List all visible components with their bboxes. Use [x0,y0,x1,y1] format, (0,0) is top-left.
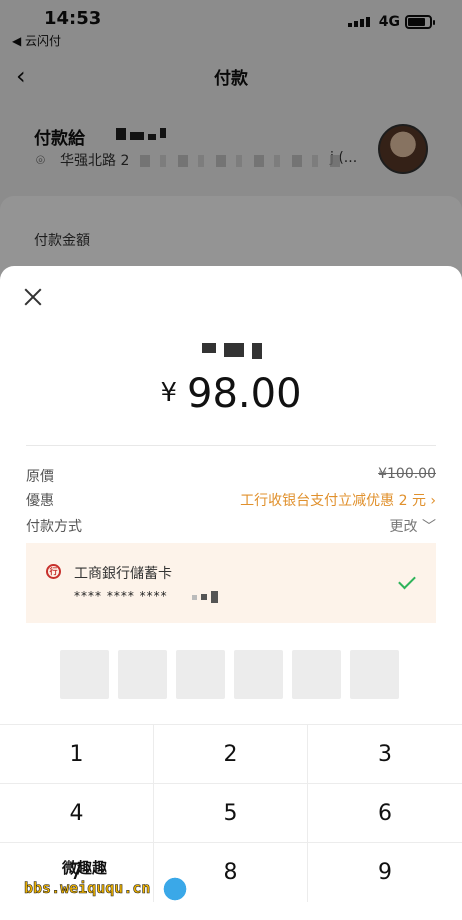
pin-digit-box[interactable] [60,650,109,699]
key-9[interactable]: 9 [308,843,462,902]
key-6[interactable]: 6 [308,784,462,843]
key-2[interactable]: 2 [154,725,308,784]
payment-method-label: 付款方式 [26,519,82,535]
card-number: **** **** **** [74,589,168,603]
change-payment-method-button[interactable]: 更改 ﹀ [390,516,436,536]
merchant-name-redacted [202,343,262,359]
check-icon [398,571,416,590]
payment-amount: ¥98.00 [0,371,462,417]
key-5[interactable]: 5 [154,784,308,843]
original-price-value: ¥100.00 [378,466,436,482]
key-3[interactable]: 3 [308,725,462,784]
pin-digit-box[interactable] [234,650,283,699]
discount-label: 優惠 [26,493,54,509]
discount-link[interactable]: 工行收银台支付立减优惠 2 元 › [240,490,436,510]
close-icon[interactable] [22,286,44,308]
original-price-label: 原價 [26,469,54,485]
watermark-title: 微趣趣 [62,859,108,877]
key-1[interactable]: 1 [0,725,154,784]
payment-sheet: ¥98.00 原價 ¥100.00 優惠 工行收银台支付立减优惠 2 元 › 付… [0,266,462,920]
pin-digit-box[interactable] [118,650,167,699]
pin-digit-box[interactable] [350,650,399,699]
currency-symbol: ¥ [160,378,178,408]
amount-value: 98.00 [187,371,302,417]
pin-digit-box[interactable] [292,650,341,699]
icbc-bank-icon: 行 [46,564,61,579]
bank-card-name: 工商銀行儲蓄卡 [74,566,172,582]
pin-input[interactable] [60,650,399,699]
watermark-logo-icon [158,871,192,901]
pin-digit-box[interactable] [176,650,225,699]
selected-card[interactable]: 行 工商銀行儲蓄卡 **** **** **** [26,543,436,623]
key-4[interactable]: 4 [0,784,154,843]
card-number-redacted [192,591,218,603]
watermark-url: bbs.weiququ.cn [24,879,151,898]
divider [26,445,436,446]
